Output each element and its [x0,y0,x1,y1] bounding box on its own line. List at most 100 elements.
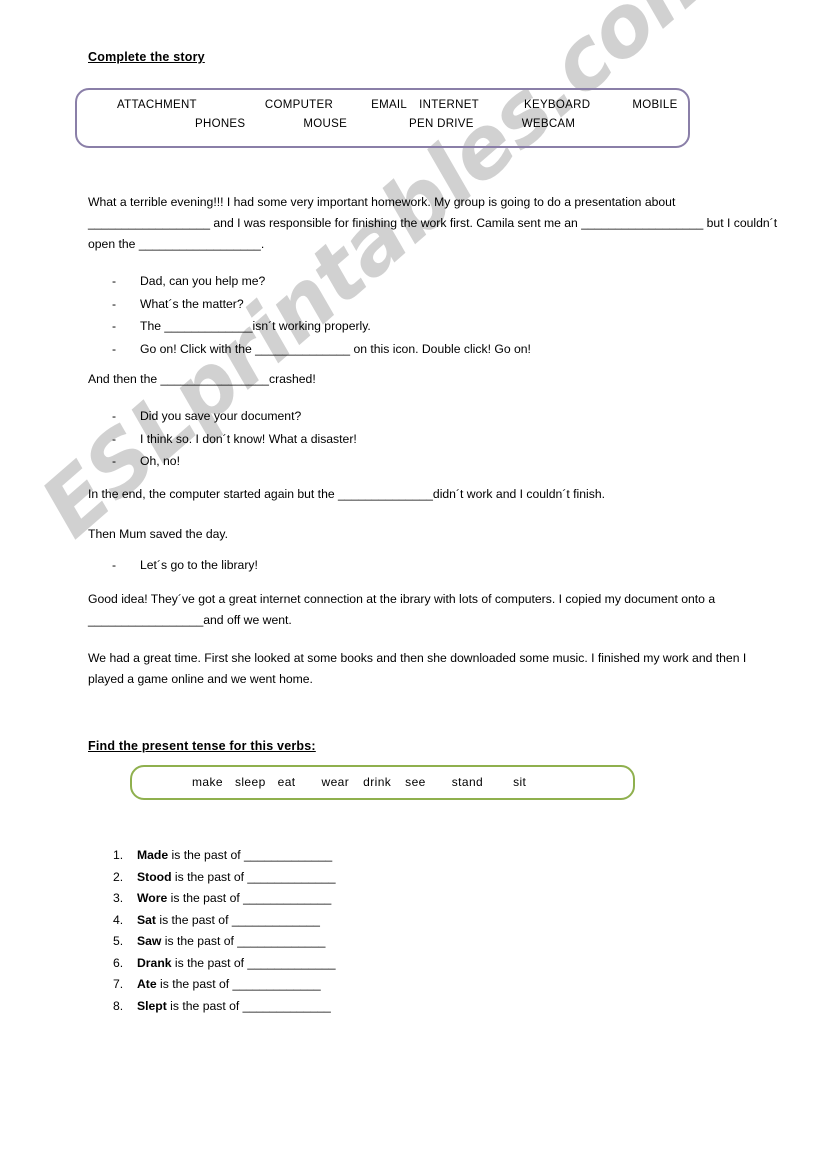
verb-sleep: sleep [234,775,266,789]
story-paragraph-4: Then Mum saved the day. [88,527,229,541]
verb-stand: stand [451,775,484,789]
word-internet: INTERNET [419,99,480,111]
exercise-1-heading: Complete the story [88,50,205,64]
item-blank: _____________ [231,912,320,927]
dialogue-line: - Did you save your document? [112,405,752,428]
para-1-text-b: and I was responsible for finishing the … [210,216,582,230]
dialogue-text-suffix: isn´t working properly. [252,319,371,333]
story-blank-7: ______________ [338,487,433,501]
dialogue-line: - Oh, no! [112,450,752,473]
item-text: is the past of [168,848,245,862]
dialogue-text: Dad, can you help me? [140,274,266,288]
item-verb: Ate [137,977,157,991]
item-number: 1. [113,848,124,862]
verb-word-bank-row: make sleep eat wear drink see stand sit [192,775,526,789]
item-blank: _____________ [242,998,331,1013]
list-item: 3. Wore is the past of _____________ [113,888,336,910]
item-text: is the past of [155,912,232,927]
verb-make: make [192,775,223,789]
item-verb: Wore [137,891,168,905]
dash-marker: - [112,431,117,446]
dash-marker: - [112,341,117,356]
item-text: is the past of [167,891,244,905]
list-item: 1. Made is the past of _____________ [113,845,336,867]
para-3-text-b: didn´t work and I couldn´t finish. [432,487,605,501]
noun-word-bank-row-1: ATTACHMENT COMPUTER EMAIL INTERNET KEYBOARD M… [117,99,678,111]
story-paragraph-5: Good idea! They´ve got a great internet … [88,589,780,631]
list-item: 6. Drank is the past of _____________ [113,953,336,975]
verb-eat: eat [277,775,296,789]
story-blank-5: ______________ [255,341,351,356]
para-2-text-a: And then the [88,372,161,386]
noun-word-bank-row-2: PHONES MOUSE PEN DRIVE WEBCAM [195,118,575,130]
item-blank: _____________ [237,934,326,948]
word-keyboard: KEYBOARD [524,99,591,111]
para-1-text-d: . [260,237,265,251]
story-paragraph-6: We had a great time. First she looked at… [88,651,747,686]
list-item: 2. Stood is the past of _____________ [113,867,336,889]
past-tense-question-list: 1. Made is the past of _____________ 2. St… [113,845,336,1017]
word-attachment: ATTACHMENT [117,99,197,111]
item-number: 4. [113,912,124,927]
item-text: is the past of [166,998,243,1013]
item-blank: _____________ [247,869,336,884]
dialogue-text-suffix: on this icon. Double click! Go on! [350,341,531,356]
verb-see: see [405,775,426,789]
story-paragraph-1: What a terrible evening!!! I had some ve… [88,192,780,255]
word-pen-drive: PEN DRIVE [409,118,474,130]
item-verb: Made [137,848,169,862]
dash-marker: - [112,409,117,423]
word-email: EMAIL [371,99,408,111]
verb-drink: drink [363,775,392,789]
item-verb: Stood [137,869,172,884]
worksheet-page: ESLprintables.com Complete the story ATT… [0,0,826,1169]
list-item: 5. Saw is the past of _____________ [113,931,336,953]
noun-word-bank-box: ATTACHMENT COMPUTER EMAIL INTERNET KEYBOARD M… [75,88,690,148]
dialogue-text-prefix: Go on! Click with the [140,341,256,356]
word-mouse: MOUSE [303,118,348,130]
dialogue-line: - What´s the matter? [112,293,752,316]
para-2-text-b: crashed! [268,372,316,386]
dialogue-text: Oh, no! [140,454,180,468]
story-paragraph-3: In the end, the computer started again b… [88,484,780,505]
item-number: 3. [113,891,124,905]
item-verb: Saw [137,934,162,948]
para-3-text-a: In the end, the computer started again b… [88,487,339,501]
word-computer: COMPUTER [264,99,334,111]
dialogue-text: Let´s go to the library! [140,558,258,572]
story-blank-1: __________________ [88,216,211,230]
story-blank-3: __________________ [138,237,261,251]
dialogue-line: - The _____________isn´t working properly… [112,315,752,338]
item-number: 8. [113,998,124,1013]
dialogue-text: What´s the matter? [140,296,244,311]
story-paragraph-2: And then the ________________crashed! [88,369,780,390]
item-text: is the past of [161,934,238,948]
verb-word-bank-box: make sleep eat wear drink see stand sit [130,765,635,800]
item-text: is the past of [156,977,233,991]
item-number: 6. [113,955,124,970]
item-blank: _____________ [243,891,332,905]
item-verb: Sat [137,912,156,927]
para-5-text-a: Good idea! They´ve got a great internet … [88,592,716,606]
verb-wear: wear [321,775,350,789]
word-phones: PHONES [195,118,246,130]
dialogue-group-2: - Did you save your document? - I think so… [112,405,752,473]
dash-marker: - [112,454,117,468]
dialogue-text: Did you save your document? [140,409,302,423]
dialogue-text: I think so. I don´t know! What a disaste… [140,431,357,446]
dialogue-line: - Go on! Click with the ______________ on… [112,338,752,361]
item-number: 7. [113,977,124,991]
item-verb: Drank [137,955,172,970]
para-1-text-a: What a terrible evening!!! I had some ve… [88,195,676,209]
dialogue-group-3: - Let´s go to the library! [112,554,752,577]
item-blank: _____________ [244,848,333,862]
para-5-text-b: and off we went. [203,613,292,627]
dash-marker: - [112,319,117,333]
dialogue-text-prefix: The [140,319,165,333]
item-number: 5. [113,934,124,948]
item-text: is the past of [171,955,248,970]
story-blank-2: __________________ [581,216,704,230]
dash-marker: - [112,296,117,311]
word-webcam: WEBCAM [521,118,576,130]
dialogue-line: - Let´s go to the library! [112,554,752,577]
